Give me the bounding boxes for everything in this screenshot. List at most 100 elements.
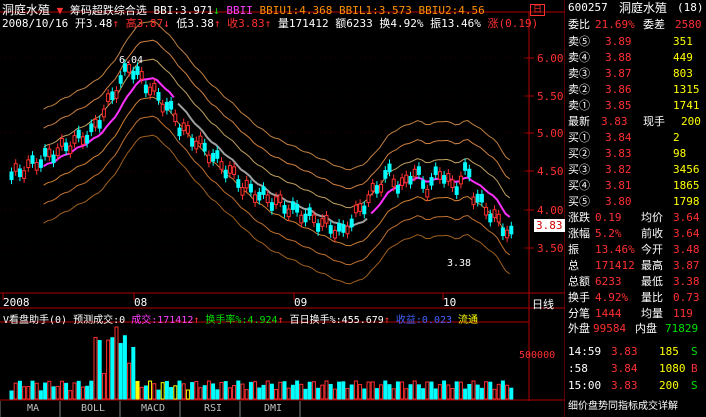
volume-bar xyxy=(253,381,258,400)
stat-label: 最低 xyxy=(641,275,663,288)
tick-volume: 200 xyxy=(659,379,679,392)
up-arrow-icon: ↑ xyxy=(193,315,200,326)
candle-body xyxy=(337,222,342,232)
candle-body xyxy=(358,203,363,212)
tab-dmi[interactable]: DMI xyxy=(248,401,298,417)
volume-bar xyxy=(43,382,48,400)
candle-body xyxy=(177,127,182,137)
volume-bar xyxy=(475,384,480,400)
tick-row: 15:00 3.83 200 S xyxy=(565,378,706,394)
y-label-6: 6.00 xyxy=(537,52,564,65)
volume-bar xyxy=(416,384,421,400)
y-label-35: 3.50 xyxy=(537,242,564,255)
sell-volume: 1315 xyxy=(673,83,700,96)
candle-body xyxy=(475,193,480,203)
volume-bar xyxy=(488,381,493,400)
candle-body xyxy=(135,66,140,75)
outer-label: 外盘 xyxy=(568,322,590,335)
volume-bar xyxy=(307,381,312,400)
close-icon[interactable]: 日 xyxy=(530,2,546,16)
period-label[interactable]: 日线 xyxy=(532,296,554,312)
candle-body xyxy=(131,70,136,80)
volume-bar xyxy=(282,381,287,400)
volume-bar xyxy=(400,381,405,400)
bottom-menu-text[interactable]: 细价盘势同指标成交详解 xyxy=(568,399,678,415)
volume-bar xyxy=(185,389,190,400)
candle-body xyxy=(219,161,224,170)
volume-bar xyxy=(341,381,346,400)
candle-body xyxy=(185,125,190,134)
candle-body xyxy=(59,138,64,147)
volume-bar xyxy=(412,380,417,400)
sell-row: 卖⑤ 3.89 351 xyxy=(565,34,706,50)
stock-number: (18) xyxy=(677,1,704,14)
candle-body xyxy=(148,86,153,96)
volume-bar xyxy=(248,381,253,400)
buy-price: 3.82 xyxy=(605,163,632,176)
volume-bar xyxy=(160,382,165,400)
volume-bar xyxy=(492,388,497,400)
candle-body xyxy=(295,203,300,213)
candle-body xyxy=(458,175,463,185)
candle-body xyxy=(311,214,316,224)
sell-price: 3.86 xyxy=(605,83,632,96)
candle-body xyxy=(76,129,81,139)
tab-ma[interactable]: MA xyxy=(8,401,58,417)
volume-bar xyxy=(479,387,484,400)
candle-body xyxy=(211,152,216,162)
kline-chart[interactable] xyxy=(0,0,565,417)
volume-bar xyxy=(500,380,505,400)
tab-rsi[interactable]: RSI xyxy=(188,401,238,417)
candle-body xyxy=(404,174,409,184)
candle-body xyxy=(160,103,165,113)
candle-body xyxy=(17,168,22,178)
volume-bar xyxy=(421,388,426,400)
hand-label: 现手 xyxy=(643,115,665,128)
outer-inner-row: 外盘 99584 内盘 71829 xyxy=(565,321,706,337)
tick-direction: S xyxy=(691,379,698,392)
volume-bar xyxy=(190,382,195,400)
volume-bar xyxy=(68,390,73,400)
vol-indicator-name[interactable]: V看盘助手(0) xyxy=(3,315,67,326)
candle-body xyxy=(114,90,119,99)
volume-bar xyxy=(232,385,237,400)
volume-bar xyxy=(303,388,308,400)
bottom-menu[interactable]: 细价盘势同指标成交详解 xyxy=(565,399,706,415)
candle-body xyxy=(421,180,426,189)
candle-body xyxy=(101,108,106,118)
last-label: 最新 xyxy=(568,115,590,128)
candle-body xyxy=(68,145,73,155)
candle-body xyxy=(282,205,287,214)
volume-bar xyxy=(89,380,94,400)
x-label-08: 08 xyxy=(134,296,148,309)
tab-macd[interactable]: MACD xyxy=(128,401,178,417)
volume-bar xyxy=(164,380,169,400)
stock-name-right: 洞庭水殖 xyxy=(619,1,668,15)
volume-bar xyxy=(127,362,132,400)
tab-boll[interactable]: BOLL xyxy=(68,401,118,417)
stat-row: 总额 6233 最低 3.38 xyxy=(565,274,706,290)
candle-body xyxy=(156,92,161,101)
candle-body xyxy=(379,183,384,193)
volume-bar xyxy=(114,326,119,400)
candle-body xyxy=(51,154,56,164)
candle-body xyxy=(173,113,178,123)
tick-row: 14:59 3.83 185 S xyxy=(565,344,706,360)
volume-bar xyxy=(261,384,266,400)
volume-bar xyxy=(118,342,123,400)
candle-body xyxy=(471,196,476,206)
stock-code: 600257 xyxy=(568,1,608,14)
candle-body xyxy=(190,138,195,147)
amp-value: 13.46% xyxy=(441,17,481,30)
volume-bar xyxy=(442,380,447,400)
candle-body xyxy=(253,194,258,203)
wei-label: 委比 xyxy=(568,18,590,31)
flow-label: 流通 xyxy=(458,315,479,326)
candle-body xyxy=(299,214,304,224)
candle-body xyxy=(408,175,413,185)
candle-body xyxy=(320,218,325,227)
volume-bar xyxy=(55,385,60,400)
cha-value: 2580 xyxy=(675,18,702,31)
tick-time: 15:00 xyxy=(568,379,602,392)
volume-bar xyxy=(76,380,81,400)
